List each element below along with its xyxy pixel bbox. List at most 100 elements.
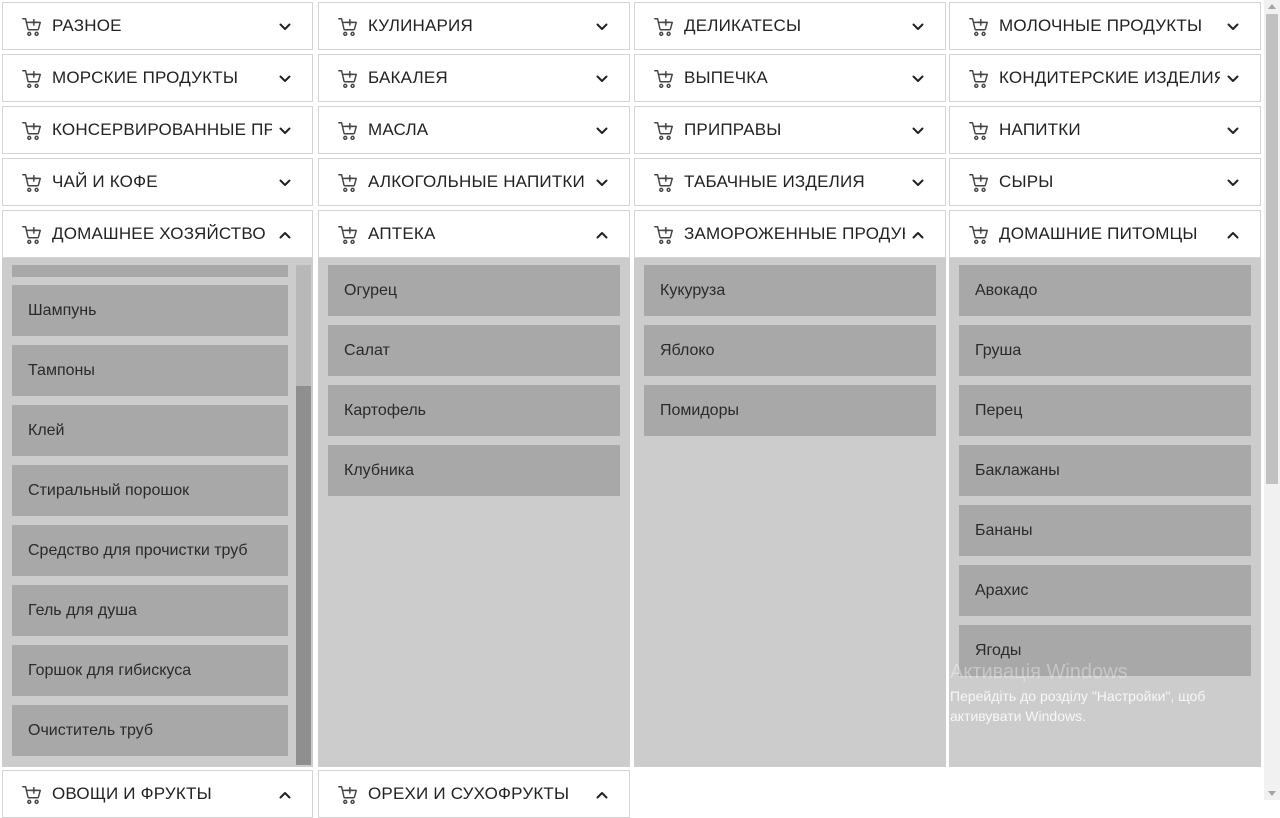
category-title: МАСЛА <box>368 120 429 139</box>
category-title: ОРЕХИ И СУХОФРУКТЫ <box>368 784 570 803</box>
cart-plus-icon <box>337 120 359 142</box>
chevron-up-icon[interactable] <box>278 228 292 242</box>
category-header[interactable]: АПТЕКА <box>318 210 630 258</box>
category-header[interactable]: ДОМАШНИЕ ПИТОМЦЫ <box>949 210 1261 258</box>
cart-plus-icon <box>337 172 359 194</box>
list-item[interactable]: Стиральный порошок <box>12 465 288 516</box>
list-item-partial[interactable] <box>12 265 288 277</box>
chevron-down-icon[interactable] <box>595 20 609 34</box>
category-header[interactable]: ВЫПЕЧКА <box>634 54 946 102</box>
list-item[interactable]: Авокадо <box>959 265 1251 316</box>
cart-plus-icon <box>653 16 675 38</box>
chevron-down-icon[interactable] <box>1226 72 1240 86</box>
list-item[interactable]: Кукуруза <box>644 265 936 316</box>
list-item[interactable]: Салат <box>328 325 620 376</box>
chevron-down-icon[interactable] <box>911 176 925 190</box>
chevron-down-icon[interactable] <box>911 20 925 34</box>
category-header[interactable]: МАСЛА <box>318 106 630 154</box>
list-item[interactable]: Бананы <box>959 505 1251 556</box>
cart-plus-icon <box>968 16 990 38</box>
chevron-up-icon[interactable] <box>595 228 609 242</box>
page-scrollbar-thumb[interactable] <box>1266 14 1278 484</box>
list-item[interactable]: Клей <box>12 405 288 456</box>
cart-plus-icon <box>653 224 675 246</box>
cart-plus-icon <box>968 224 990 246</box>
list-item[interactable]: Горшок для гибискуса <box>12 645 288 696</box>
category-header[interactable]: ОВОЩИ И ФРУКТЫ <box>2 770 313 818</box>
list-item[interactable]: Тампоны <box>12 345 288 396</box>
category-title: АЛКОГОЛЬНЫЕ НАПИТКИ <box>368 172 585 191</box>
category-header[interactable]: РАЗНОЕ <box>2 2 313 50</box>
category-header[interactable]: АЛКОГОЛЬНЫЕ НАПИТКИ <box>318 158 630 206</box>
category-title: МОРСКИЕ ПРОДУКТЫ <box>52 68 239 87</box>
chevron-down-icon[interactable] <box>595 124 609 138</box>
category-title: ТАБАЧНЫЕ ИЗДЕЛИЯ <box>684 172 865 191</box>
category-title: ВЫПЕЧКА <box>684 68 768 87</box>
category-title: БАКАЛЕЯ <box>368 68 448 87</box>
cart-plus-icon <box>21 172 43 194</box>
chevron-down-icon[interactable] <box>911 72 925 86</box>
list-item[interactable]: Средство для прочистки труб <box>12 525 288 576</box>
list-item[interactable]: Очиститель труб <box>12 705 288 756</box>
category-title: СЫРЫ <box>999 172 1054 191</box>
category-header[interactable]: ДОМАШНЕЕ ХОЗЯЙСТВО <box>2 210 313 258</box>
category-title: ДОМАШНИЕ ПИТОМЦЫ <box>999 224 1198 243</box>
category-title: КОНСЕРВИРОВАННЫЕ ПРОДУКТЫ <box>52 120 272 139</box>
category-header[interactable]: ОРЕХИ И СУХОФРУКТЫ <box>318 770 630 818</box>
category-title: КОНДИТЕРСКИЕ ИЗДЕЛИЯ <box>999 68 1220 87</box>
list-item[interactable]: Гель для душа <box>12 585 288 636</box>
category-header[interactable]: ПРИПРАВЫ <box>634 106 946 154</box>
category-header[interactable]: СЫРЫ <box>949 158 1261 206</box>
cart-plus-icon <box>337 16 359 38</box>
chevron-up-icon[interactable] <box>911 228 925 242</box>
category-header[interactable]: БАКАЛЕЯ <box>318 54 630 102</box>
chevron-down-icon[interactable] <box>278 20 292 34</box>
cart-plus-icon <box>968 68 990 90</box>
list-item[interactable]: Помидоры <box>644 385 936 436</box>
category-title: ОВОЩИ И ФРУКТЫ <box>52 784 212 803</box>
category-header[interactable]: ДЕЛИКАТЕСЫ <box>634 2 946 50</box>
cart-plus-icon <box>653 120 675 142</box>
category-header[interactable]: КОНСЕРВИРОВАННЫЕ ПРОДУКТЫ <box>2 106 313 154</box>
household-scrollbar-thumb[interactable] <box>296 386 311 765</box>
scroll-up-arrow-icon[interactable] <box>1268 4 1276 9</box>
category-header[interactable]: ЗАМОРОЖЕННЫЕ ПРОДУКТЫ <box>634 210 946 258</box>
category-header[interactable]: КУЛИНАРИЯ <box>318 2 630 50</box>
cart-plus-icon <box>968 120 990 142</box>
cart-plus-icon <box>968 172 990 194</box>
category-header[interactable]: МОРСКИЕ ПРОДУКТЫ <box>2 54 313 102</box>
category-header[interactable]: ТАБАЧНЫЕ ИЗДЕЛИЯ <box>634 158 946 206</box>
category-header[interactable]: КОНДИТЕРСКИЕ ИЗДЕЛИЯ <box>949 54 1261 102</box>
household-scrollbar[interactable] <box>296 265 311 765</box>
chevron-down-icon[interactable] <box>1226 20 1240 34</box>
list-item[interactable]: Перец <box>959 385 1251 436</box>
chevron-down-icon[interactable] <box>1226 176 1240 190</box>
chevron-down-icon[interactable] <box>278 124 292 138</box>
scroll-down-arrow-icon[interactable] <box>1268 791 1276 796</box>
category-title: ДЕЛИКАТЕСЫ <box>684 16 802 35</box>
household-panel: Шампунь Тампоны Клей Стиральный порошок Сред… <box>2 258 313 767</box>
chevron-down-icon[interactable] <box>911 124 925 138</box>
chevron-up-icon[interactable] <box>1226 228 1240 242</box>
category-title: ПРИПРАВЫ <box>684 120 782 139</box>
cart-plus-icon <box>337 68 359 90</box>
list-item[interactable]: Клубника <box>328 445 620 496</box>
chevron-down-icon[interactable] <box>595 72 609 86</box>
list-item[interactable]: Яблоко <box>644 325 936 376</box>
list-item[interactable]: Огурец <box>328 265 620 316</box>
list-item[interactable]: Шампунь <box>12 285 288 336</box>
category-title: АПТЕКА <box>368 224 436 243</box>
category-header[interactable]: ЧАЙ И КОФЕ <box>2 158 313 206</box>
category-header[interactable]: МОЛОЧНЫЕ ПРОДУКТЫ <box>949 2 1261 50</box>
chevron-down-icon[interactable] <box>278 176 292 190</box>
list-item[interactable]: Картофель <box>328 385 620 436</box>
list-item[interactable]: Арахис <box>959 565 1251 616</box>
chevron-down-icon[interactable] <box>595 176 609 190</box>
list-item[interactable]: Груша <box>959 325 1251 376</box>
category-title: ЗАМОРОЖЕННЫЕ ПРОДУКТЫ <box>684 224 905 243</box>
list-item[interactable]: Баклажаны <box>959 445 1251 496</box>
chevron-down-icon[interactable] <box>278 72 292 86</box>
page-scrollbar[interactable] <box>1264 0 1280 800</box>
chevron-down-icon[interactable] <box>1226 124 1240 138</box>
category-header[interactable]: НАПИТКИ <box>949 106 1261 154</box>
